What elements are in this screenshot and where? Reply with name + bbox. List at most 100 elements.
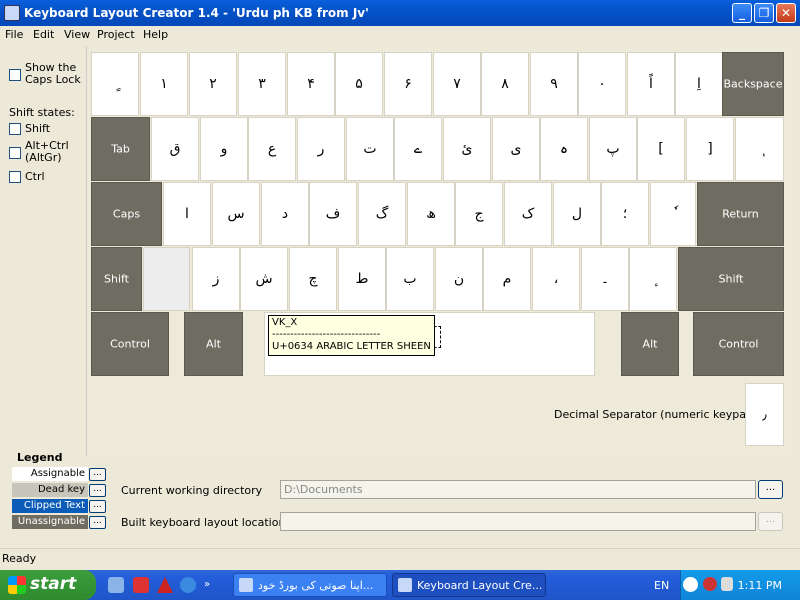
- menu-help[interactable]: Help: [143, 28, 168, 41]
- key-s[interactable]: س: [212, 182, 260, 246]
- key-lbracket[interactable]: [: [637, 117, 685, 181]
- key-tooltip: VK_X ------------------------------ U+06…: [268, 315, 435, 356]
- key-4[interactable]: ۴: [287, 52, 335, 116]
- key-c[interactable]: چ: [289, 247, 337, 311]
- key-minus[interactable]: اً: [627, 52, 675, 116]
- key-b[interactable]: ب: [386, 247, 434, 311]
- cwd-browse-button[interactable]: ...: [758, 480, 783, 499]
- key-backspace: Backspace: [722, 52, 784, 116]
- key-label: ع: [267, 141, 277, 157]
- start-button[interactable]: start: [0, 570, 96, 600]
- key-w[interactable]: و: [200, 117, 248, 181]
- built-location-browse-button[interactable]: ...: [758, 512, 783, 531]
- key-j[interactable]: ج: [455, 182, 503, 246]
- shift-checkbox[interactable]: [9, 123, 21, 135]
- taskbar-item-klc[interactable]: Keyboard Layout Cre...: [392, 573, 546, 597]
- cwd-label: Current working directory: [121, 484, 263, 497]
- key-3[interactable]: ۳: [238, 52, 286, 116]
- key-x[interactable]: ش: [240, 247, 288, 311]
- key-label: Caps: [112, 207, 141, 221]
- key-y[interactable]: ے: [394, 117, 442, 181]
- key-v[interactable]: ط: [338, 247, 386, 311]
- cwd-field[interactable]: D:\Documents: [280, 480, 756, 499]
- key-label: ٗ: [651, 206, 695, 222]
- key-p[interactable]: پ: [589, 117, 637, 181]
- menu-file[interactable]: File: [5, 28, 23, 41]
- key-7[interactable]: ۷: [433, 52, 481, 116]
- key-1[interactable]: ۱: [140, 52, 188, 116]
- key-backslash[interactable]: ٖ: [735, 117, 784, 181]
- key-slash[interactable]: ٕ: [629, 247, 677, 311]
- built-location-field[interactable]: [280, 512, 756, 531]
- key-h[interactable]: ھ: [407, 182, 455, 246]
- security-shield-icon[interactable]: [703, 577, 717, 591]
- keyboard-app-icon: [398, 578, 412, 592]
- key-g[interactable]: گ: [358, 182, 406, 246]
- key-e[interactable]: ع: [248, 117, 296, 181]
- key-8[interactable]: ۸: [481, 52, 529, 116]
- key-o[interactable]: ہ: [540, 117, 588, 181]
- caps-lock-checkbox[interactable]: [9, 69, 21, 81]
- ctrl-checkbox[interactable]: [9, 171, 21, 183]
- language-indicator[interactable]: EN: [654, 579, 669, 592]
- expand-quick-launch-icon[interactable]: »: [204, 577, 220, 593]
- tooltip-char: U+0634 ARABIC LETTER SHEEN: [272, 341, 431, 352]
- key-r[interactable]: ر: [297, 117, 345, 181]
- maximize-button[interactable]: ❐: [754, 3, 774, 23]
- key-label: ۸: [501, 76, 509, 92]
- key-caps: Caps: [91, 182, 162, 246]
- internet-explorer-icon[interactable]: [180, 577, 196, 593]
- legend-dead-key-button[interactable]: ...: [89, 484, 106, 497]
- key-quote[interactable]: ٗ: [650, 182, 696, 246]
- legend-clipped-text-button[interactable]: ...: [89, 500, 106, 513]
- key-decimal[interactable]: ٫: [745, 383, 784, 446]
- key-6[interactable]: ۶: [384, 52, 432, 116]
- key-n[interactable]: ن: [435, 247, 483, 311]
- key-f[interactable]: ف: [309, 182, 357, 246]
- menu-view[interactable]: View: [64, 28, 90, 41]
- legend-assignable-button[interactable]: ...: [89, 468, 106, 481]
- key-oem3[interactable]: ٍ: [91, 52, 139, 116]
- key-0[interactable]: ۰: [578, 52, 626, 116]
- key-9[interactable]: ۹: [530, 52, 578, 116]
- key-m[interactable]: م: [483, 247, 531, 311]
- key-z[interactable]: ز: [192, 247, 240, 311]
- key-l[interactable]: ل: [553, 182, 601, 246]
- key-i[interactable]: ی: [492, 117, 540, 181]
- show-desktop-icon[interactable]: [108, 577, 124, 593]
- key-2[interactable]: ۲: [189, 52, 237, 116]
- key-d[interactable]: د: [261, 182, 309, 246]
- key-q[interactable]: ق: [151, 117, 199, 181]
- key-u[interactable]: ئ: [443, 117, 491, 181]
- menu-edit[interactable]: Edit: [33, 28, 54, 41]
- legend-unassignable-button[interactable]: ...: [89, 516, 106, 529]
- key-5[interactable]: ۵: [335, 52, 383, 116]
- tooltip-vk: VK_X: [272, 317, 298, 328]
- key-period[interactable]: ۔: [581, 247, 629, 311]
- key-label: ]: [707, 141, 713, 157]
- key-t[interactable]: ت: [346, 117, 394, 181]
- browser-icon: [239, 578, 253, 592]
- close-button[interactable]: ✕: [776, 3, 796, 23]
- key-label: ۔: [600, 271, 610, 287]
- menu-project[interactable]: Project: [97, 28, 135, 41]
- key-k[interactable]: ک: [504, 182, 552, 246]
- quick-launch-triangle-icon[interactable]: [157, 577, 173, 593]
- tray-arrow-icon[interactable]: [683, 577, 698, 592]
- volume-icon[interactable]: [721, 577, 733, 591]
- key-oem102[interactable]: [143, 247, 190, 311]
- key-equals[interactable]: اِ: [675, 52, 723, 116]
- key-rbracket[interactable]: ]: [686, 117, 734, 181]
- taskbar-item-urdu[interactable]: اپنا صوتی کی بورڈ خود...: [233, 573, 387, 597]
- altctrl-checkbox[interactable]: [9, 147, 21, 159]
- key-return: Return: [697, 182, 784, 246]
- quick-launch-app-icon[interactable]: [133, 577, 149, 593]
- key-comma[interactable]: ،: [532, 247, 580, 311]
- minimize-button[interactable]: _: [732, 3, 752, 23]
- key-a[interactable]: ا: [163, 182, 211, 246]
- key-semicolon[interactable]: ؛: [601, 182, 649, 246]
- menu-bar: File Edit View Project Help: [0, 26, 800, 44]
- key-label: ے: [413, 141, 423, 157]
- key-control-right: Control: [693, 312, 784, 376]
- key-label: ۶: [404, 76, 412, 92]
